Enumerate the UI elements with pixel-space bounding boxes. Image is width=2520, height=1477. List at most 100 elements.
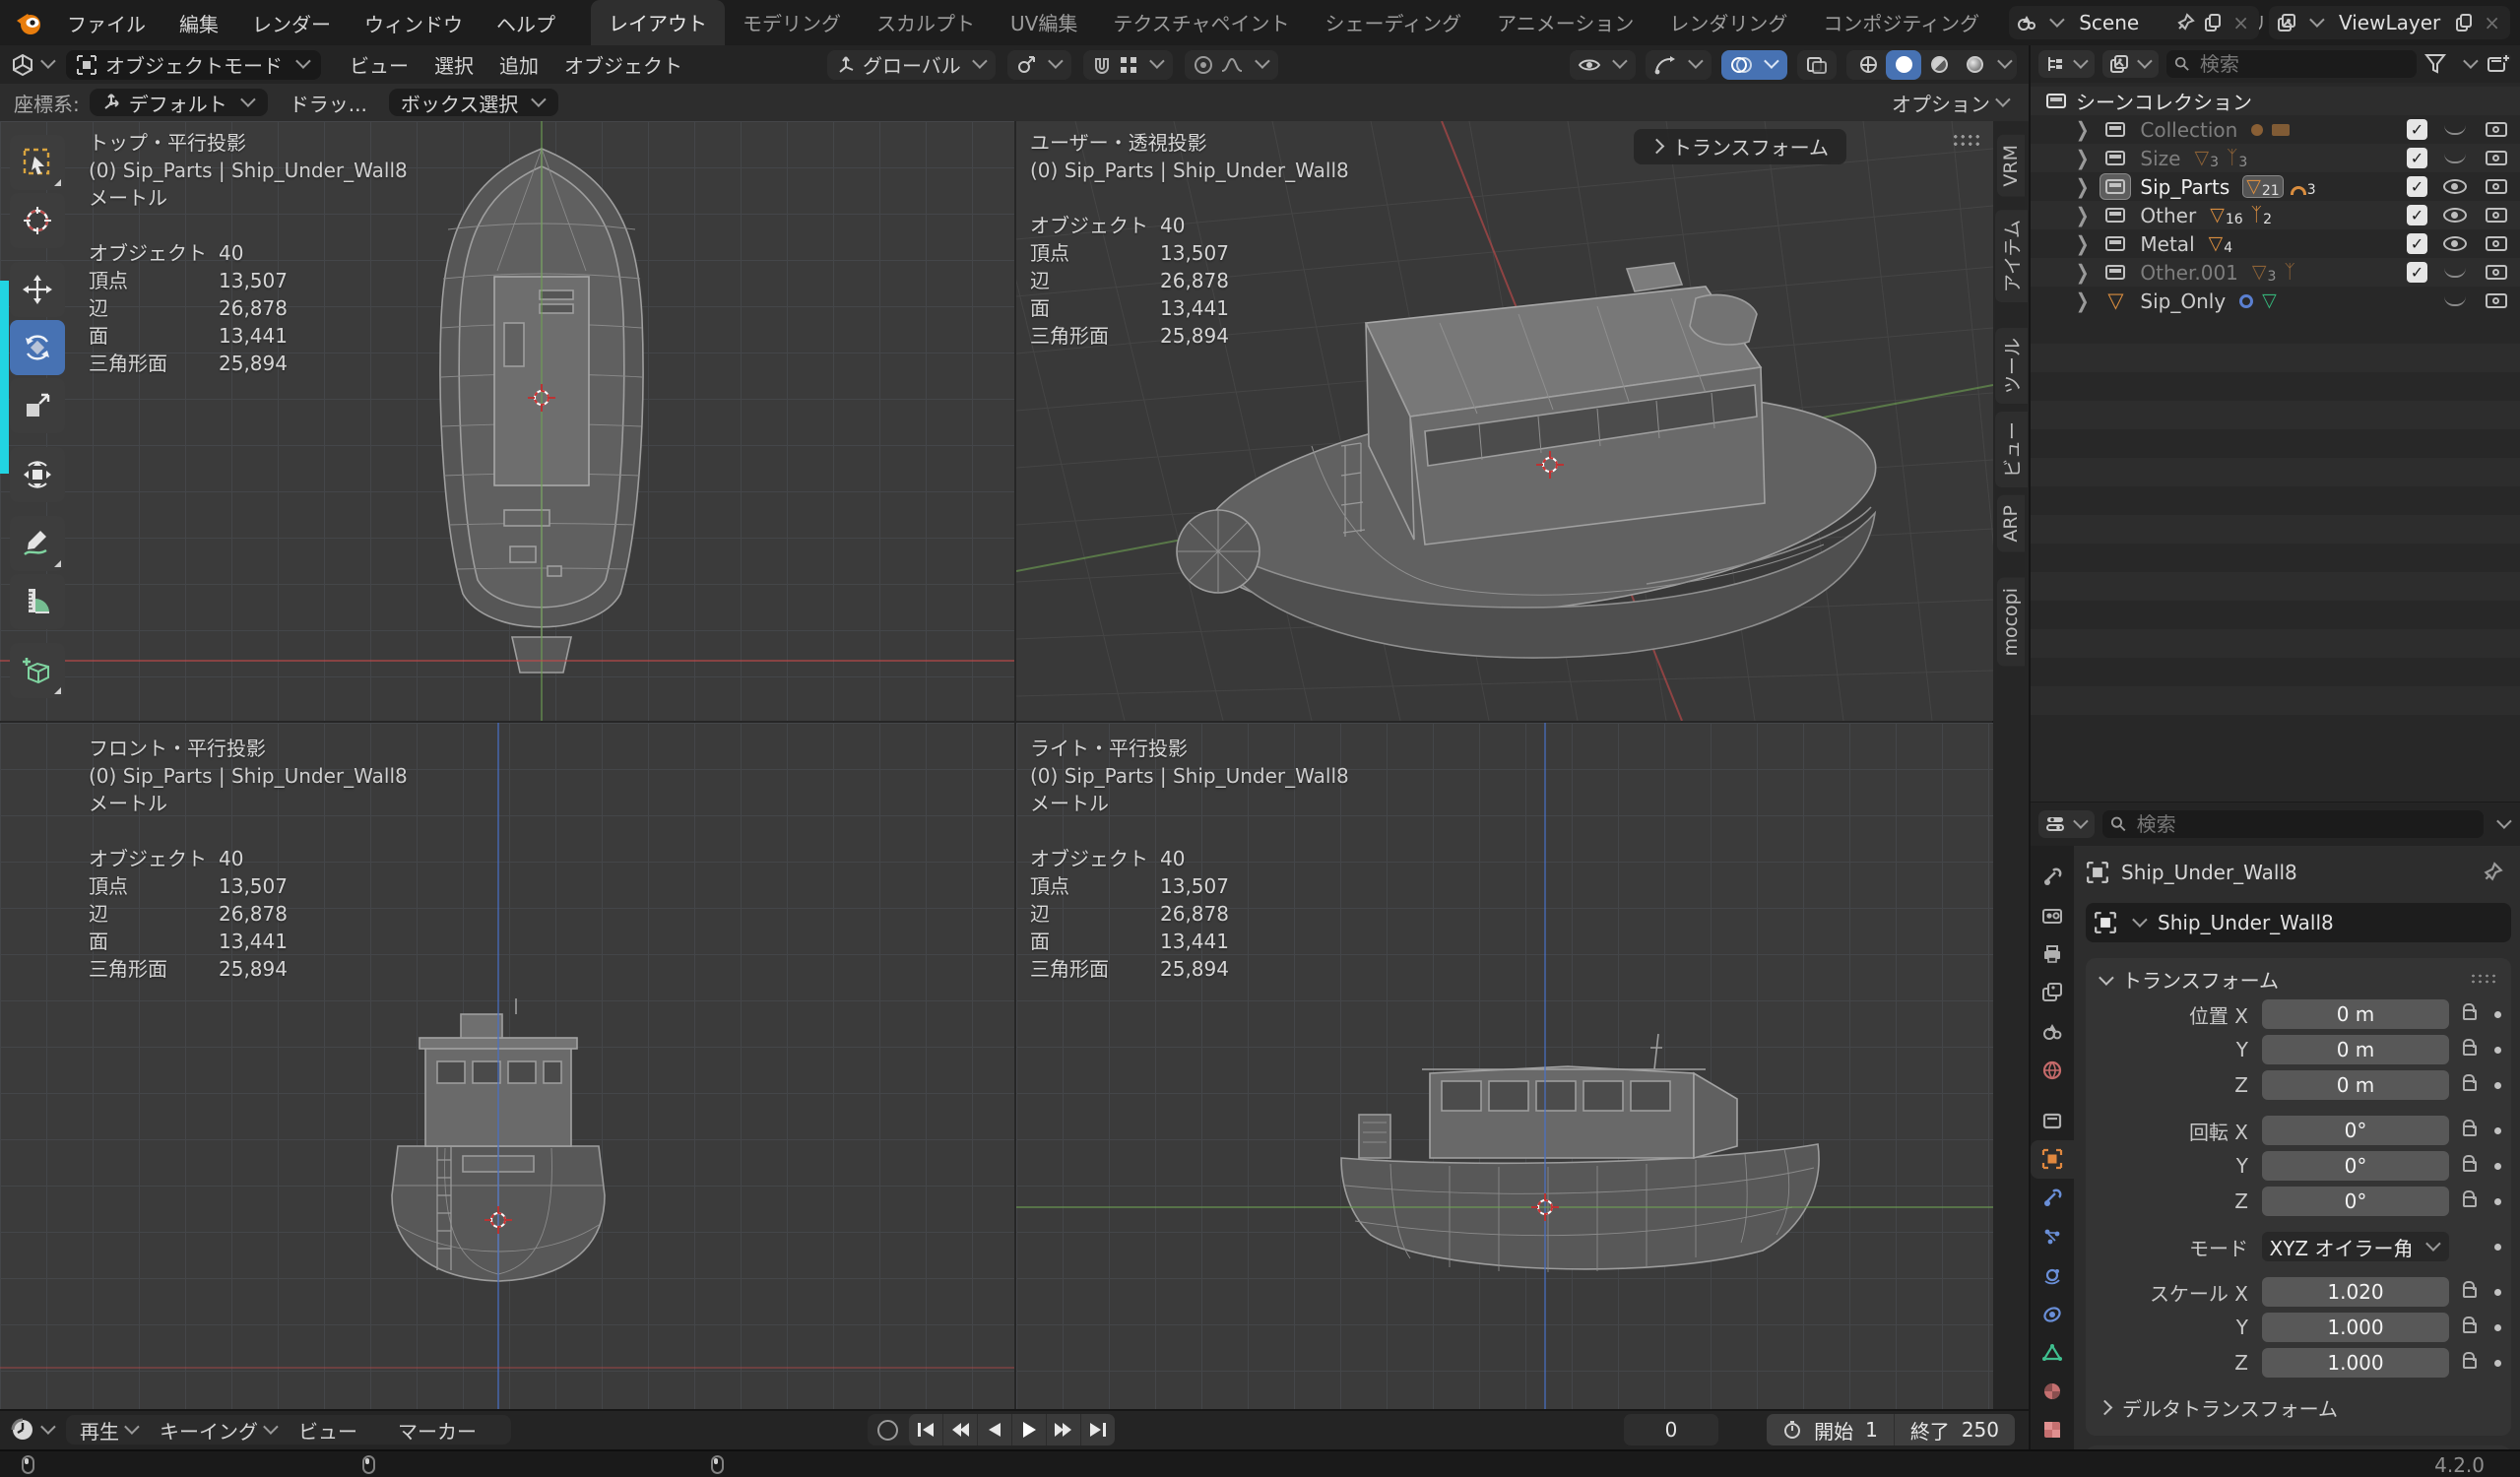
tool-select-box[interactable] [10, 135, 65, 190]
viewport-menu-item[interactable]: ビュー [337, 45, 421, 84]
panel-grip[interactable] [2470, 973, 2497, 985]
region-grip[interactable] [1952, 133, 1981, 148]
viewport-front[interactable]: フロント・平行投影 (0) Sip_Parts | Ship_Under_Wal… [0, 723, 1014, 1409]
overlays-toggle[interactable] [1721, 50, 1787, 80]
visibility-toggle[interactable] [2441, 296, 2469, 306]
expand-chevron-icon[interactable]: ❯ [2076, 146, 2089, 170]
animate-dot[interactable] [2494, 1163, 2501, 1170]
tab-scene[interactable] [2031, 1012, 2074, 1051]
frame-start-field[interactable]: 開始 1 [1767, 1414, 1894, 1445]
shading-rendered-button[interactable] [1957, 50, 1992, 80]
shading-solid-button[interactable] [1886, 50, 1921, 80]
outliner-row[interactable]: ❯ Sip_Only ✓ [2031, 287, 2520, 315]
outliner-row[interactable]: ❯ Metal 4 ✓ [2031, 229, 2520, 258]
sidebar-tab[interactable]: ツール [1995, 328, 2028, 404]
tab-constraints[interactable] [2031, 1295, 2074, 1333]
xray-toggle[interactable] [1797, 50, 1837, 80]
tool-move[interactable] [10, 262, 65, 317]
visibility-toggle[interactable] [2441, 125, 2469, 135]
expand-chevron-icon[interactable]: ❯ [2076, 289, 2089, 313]
sidebar-tab[interactable]: ARP [1997, 495, 2025, 552]
drag-dropdown[interactable]: ドラッ... [278, 89, 379, 116]
tool-add-cube[interactable] [10, 643, 65, 698]
visibility-toggle[interactable] [2441, 208, 2469, 223]
filter-icon[interactable] [2424, 53, 2450, 75]
sidebar-tab[interactable]: mocopi [1997, 578, 2025, 667]
frame-end-field[interactable]: 終了 250 [1894, 1414, 2015, 1445]
viewport-right[interactable]: ライト・平行投影 (0) Sip_Parts | Ship_Under_Wall… [1016, 723, 1993, 1409]
tool-annotate[interactable] [10, 516, 65, 571]
outliner-row[interactable]: ❯ Collection ✓ [2031, 115, 2520, 144]
outliner-row[interactable]: ❯ Size 3 3 ✓ [2031, 144, 2520, 172]
timeline-menu-item[interactable]: マーカー [388, 1416, 507, 1445]
copy-icon[interactable] [2454, 13, 2474, 32]
exclude-checkbox[interactable]: ✓ [2407, 176, 2427, 197]
tab-tool[interactable] [2031, 858, 2074, 896]
value-field[interactable]: 0° [2262, 1151, 2449, 1181]
expand-chevron-icon[interactable]: ❯ [2076, 174, 2089, 199]
outliner-row[interactable]: ❯ Other.001 3 ✓ [2031, 258, 2520, 287]
animate-dot[interactable] [2494, 1289, 2501, 1296]
outliner-search[interactable] [2166, 50, 2417, 78]
expand-chevron-icon[interactable]: ❯ [2076, 260, 2089, 285]
tab-physics[interactable] [2031, 1256, 2074, 1295]
viewlayer-name[interactable]: ViewLayer [2333, 11, 2446, 34]
outliner-editor-button[interactable] [2038, 50, 2095, 78]
value-field[interactable]: 0 m [2262, 1035, 2449, 1064]
render-visibility-toggle[interactable] [2483, 293, 2510, 308]
options-dropdown[interactable]: オプション [1892, 89, 2011, 117]
close-icon[interactable]: × [2230, 11, 2251, 34]
value-field[interactable]: 0 m [2262, 1070, 2449, 1100]
rotation-mode-dropdown[interactable]: XYZ オイラー角 [2262, 1232, 2449, 1261]
properties-search-input[interactable] [2135, 811, 2476, 837]
out​liner-search-input[interactable] [2198, 51, 2409, 77]
value-field[interactable]: 1.000 [2262, 1313, 2449, 1342]
lock-icon[interactable] [2463, 1196, 2477, 1207]
tab-particles[interactable] [2031, 1217, 2074, 1255]
mode-selector[interactable]: オブジェクトモード [66, 50, 321, 80]
timeline-menu-item[interactable]: 再生 [70, 1416, 150, 1445]
lock-icon[interactable] [2463, 1358, 2477, 1369]
tool-rotate[interactable] [10, 320, 65, 375]
pivot-point-button[interactable] [1007, 50, 1071, 80]
copy-icon[interactable] [2203, 13, 2223, 32]
scene-collection-row[interactable]: シーンコレクション [2031, 87, 2520, 115]
tab-world[interactable] [2031, 1051, 2074, 1089]
viewport-perspective[interactable]: ユーザー・透視投影 (0) Sip_Parts | Ship_Under_Wal… [1016, 121, 1993, 721]
render-visibility-toggle[interactable] [2483, 122, 2510, 137]
quad-viewport[interactable]: トップ・平行投影 (0) Sip_Parts | Ship_Under_Wall… [0, 121, 1992, 1409]
tool-cursor[interactable] [10, 193, 65, 248]
delta-transform-section[interactable]: デルタトランスフォーム [2086, 1383, 2511, 1422]
tab-data[interactable] [2031, 1333, 2074, 1372]
viewport-menu-item[interactable]: 選択 [421, 45, 486, 84]
animate-dot[interactable] [2494, 1360, 2501, 1367]
next-keyframe-button[interactable] [1047, 1414, 1081, 1445]
value-field[interactable]: 0 m [2262, 999, 2449, 1029]
value-field[interactable]: 1.000 [2262, 1348, 2449, 1378]
expand-chevron-icon[interactable]: ❯ [2076, 203, 2089, 227]
sidebar-tab[interactable]: VRM [1997, 135, 2025, 197]
outliner-display-mode[interactable] [2102, 50, 2159, 78]
lock-icon[interactable] [2463, 1322, 2477, 1333]
tool-measure[interactable] [10, 574, 65, 629]
visibility-toggle[interactable] [2441, 179, 2469, 194]
current-frame-field[interactable]: 0 [1624, 1414, 1718, 1445]
expand-chevron-icon[interactable]: ❯ [2076, 117, 2089, 142]
render-visibility-toggle[interactable] [2483, 265, 2510, 280]
workspace-tab[interactable]: テクスチャペイント [1095, 0, 1307, 45]
visibility-dropdown[interactable] [1570, 50, 1636, 80]
tool-transform[interactable] [10, 447, 65, 502]
snapping-button[interactable] [1083, 50, 1173, 80]
tab-viewlayer[interactable] [2031, 974, 2074, 1012]
sidebar-tab[interactable]: ビュー [1995, 412, 2028, 487]
visibility-toggle[interactable] [2441, 236, 2469, 251]
properties-search[interactable] [2102, 810, 2484, 838]
workspace-tab[interactable]: スカルプト [859, 0, 993, 45]
visibility-toggle[interactable] [2441, 154, 2469, 163]
transform-panel-header[interactable]: トランスフォーム [2086, 958, 2511, 999]
shading-wireframe-button[interactable] [1850, 50, 1886, 80]
workspace-tab[interactable]: UV編集 [993, 0, 1095, 45]
animate-dot[interactable] [2494, 1011, 2501, 1018]
play-button[interactable] [1012, 1414, 1047, 1445]
app-menu-item[interactable]: ヘルプ [483, 3, 569, 43]
